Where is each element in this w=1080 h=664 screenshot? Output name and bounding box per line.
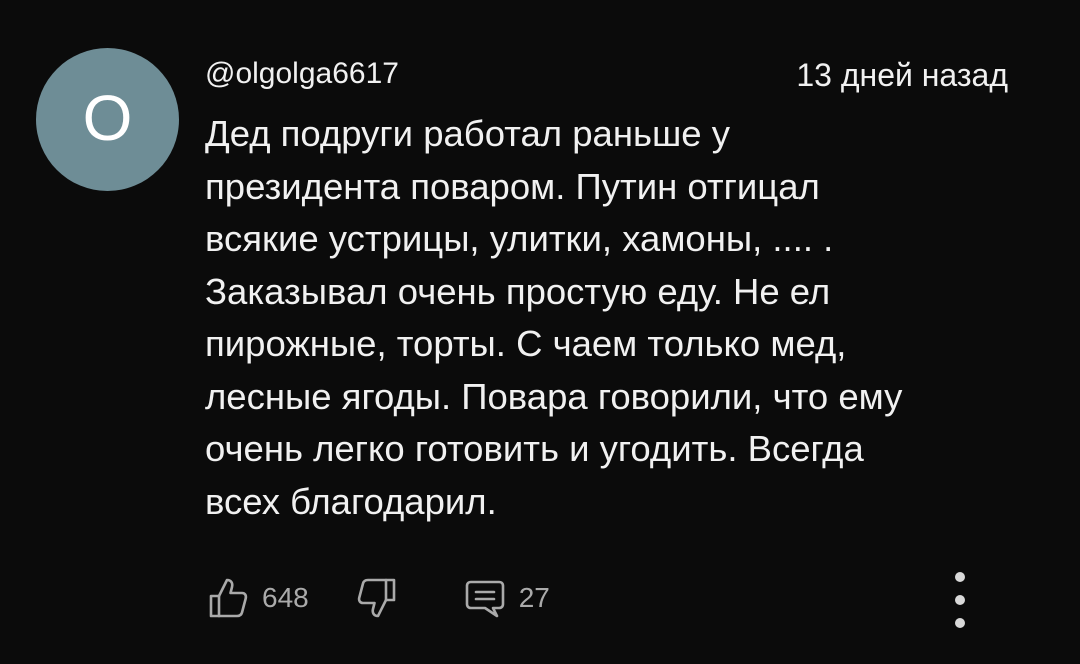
- comment: O @olgolga6617 13 дней назад Дед подруги…: [0, 0, 1080, 664]
- thumbs-up-icon: [206, 576, 250, 620]
- avatar-letter: O: [82, 81, 133, 154]
- more-vert-icon-dot: [955, 572, 965, 582]
- avatar[interactable]: O: [36, 48, 179, 191]
- comment-icon: [463, 576, 507, 620]
- comment-actions: 648 27: [206, 574, 550, 622]
- like-count: 648: [262, 582, 309, 613]
- reply-count: 27: [518, 582, 550, 613]
- more-options-button[interactable]: [944, 572, 976, 628]
- thumbs-down-icon: [355, 576, 399, 620]
- dislike-button[interactable]: [355, 576, 399, 620]
- comment-timestamp: 13 дней назад: [796, 57, 1008, 93]
- reply-button[interactable]: 27: [463, 576, 550, 620]
- comment-author[interactable]: @olgolga6617: [205, 58, 399, 90]
- more-vert-icon-dot: [955, 595, 965, 605]
- more-vert-icon-dot: [955, 618, 965, 628]
- like-button[interactable]: 648: [206, 576, 309, 620]
- comment-text: Дед подруги работал раньше у президента …: [205, 113, 903, 522]
